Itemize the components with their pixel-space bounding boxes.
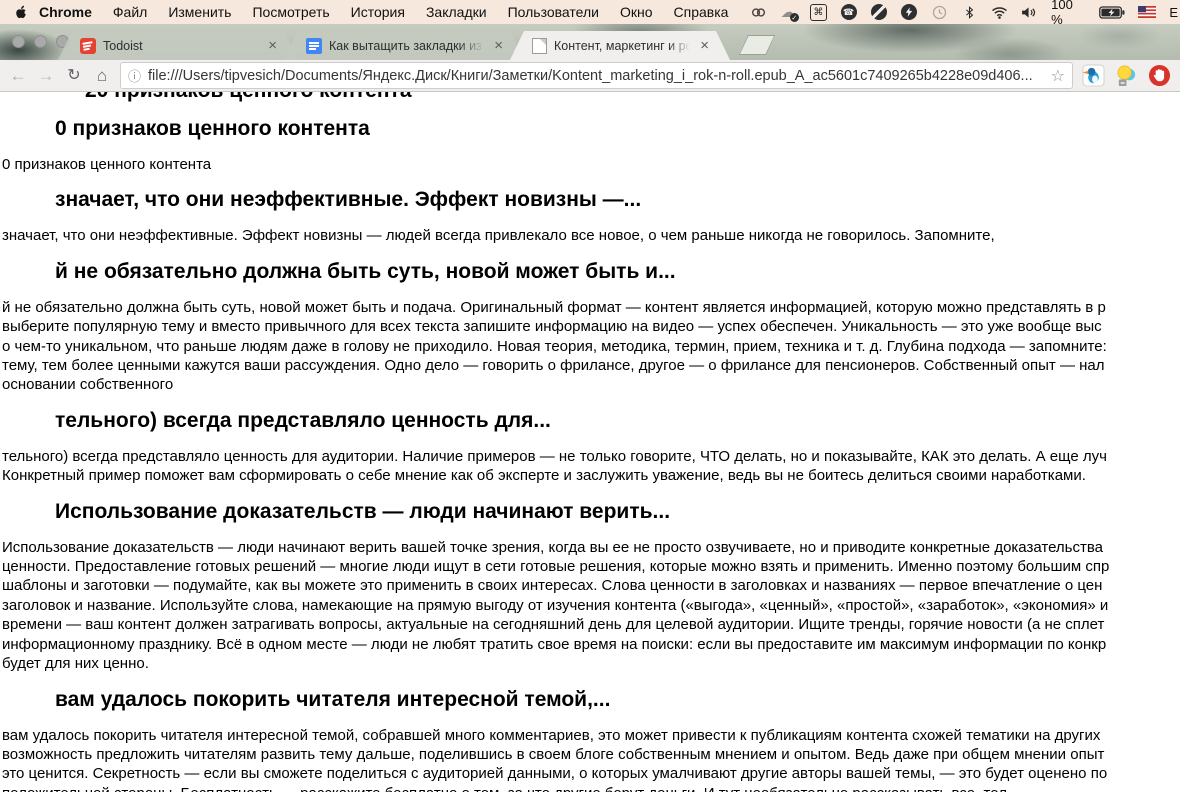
section-paragraph: значает, что они неэффективные. Эффект н… — [2, 226, 1180, 245]
section-paragraph: 0 признаков ценного контента — [2, 155, 1180, 174]
cloud-sync-icon[interactable]: ☁ ✓ — [780, 3, 797, 21]
menu-items: Chrome Файл Изменить Посмотреть История Закла… — [39, 4, 749, 20]
menu-item-1[interactable]: Файл — [113, 4, 147, 20]
paragraph-line: о чем-то уникальном, что раньше людям да… — [2, 337, 1180, 356]
paragraph-line: тему, тем более ценными кажутся ваши рас… — [2, 356, 1180, 375]
tab-close-icon[interactable]: × — [493, 38, 504, 53]
wifi-icon[interactable] — [991, 3, 1008, 21]
doc-icon — [306, 38, 322, 54]
tab-1[interactable]: Как вытащить закладки из эл × — [284, 31, 524, 60]
lightbulb-extension-icon[interactable] — [1114, 63, 1139, 88]
creative-cloud-icon[interactable] — [749, 3, 766, 21]
tab-title: Todoist — [103, 39, 261, 53]
paragraph-line: й не обязательно должна быть суть, новой… — [2, 298, 1180, 317]
section-paragraph: тельного) всегда представляло ценность д… — [2, 447, 1180, 486]
apple-menu-icon[interactable] — [14, 4, 29, 20]
section-paragraph: вам удалось покорить читателя интересной… — [2, 726, 1180, 792]
paragraph-line: заголовок и название. Используйте слова,… — [2, 596, 1180, 615]
paragraph-line: положительной стороны. Бесплатность — ра… — [2, 784, 1180, 792]
tab-close-icon[interactable]: × — [699, 38, 710, 53]
page-info-icon[interactable]: ⓘ — [128, 66, 141, 85]
tab-2[interactable]: Контент, маркетинг и рок-н-р × — [510, 31, 730, 60]
viber-icon[interactable]: ☎ — [840, 3, 857, 21]
page-content: 20 признаков ценного контента 0 признаков… — [0, 92, 1180, 792]
section-heading: тельного) всегда представляло ценность д… — [55, 409, 1180, 433]
menu-item-4[interactable]: История — [351, 4, 405, 20]
bird-extension-icon[interactable] — [1081, 63, 1106, 88]
paragraph-line: значает, что они неэффективные. Эффект н… — [2, 226, 1180, 245]
menu-item-0[interactable]: Chrome — [39, 4, 92, 20]
paragraph-line: основании собственного — [2, 375, 1180, 394]
paragraph-line: времени — ваш контент должен затрагивать… — [2, 615, 1180, 634]
menu-item-8[interactable]: Справка — [674, 4, 729, 20]
circle-slash-icon[interactable] — [870, 3, 887, 21]
address-bar[interactable]: ⓘ file:///Users/tipvesich/Documents/Янде… — [120, 62, 1073, 89]
bookmark-star-icon[interactable]: ☆ — [1051, 66, 1065, 86]
paragraph-line: возможность предложить читателям развить… — [2, 745, 1180, 764]
page-icon — [532, 38, 547, 54]
home-icon[interactable]: ⌂ — [92, 67, 112, 84]
battery-percentage: 100 % — [1051, 0, 1086, 27]
paragraph-line: информационному празднику. Всё в одном м… — [2, 635, 1180, 654]
time-machine-icon[interactable] — [930, 3, 947, 21]
back-icon[interactable]: ← — [8, 67, 28, 84]
menu-item-5[interactable]: Закладки — [426, 4, 487, 20]
reload-icon[interactable]: ↻ — [64, 68, 84, 84]
paragraph-line: тельного) всегда представляло ценность д… — [2, 447, 1180, 466]
tab-0[interactable]: Todoist × — [58, 31, 298, 60]
section-paragraph: й не обязательно должна быть суть, новой… — [2, 298, 1180, 395]
browser-tab-strip: Todoist×Как вытащить закладки из эл×Конт… — [0, 24, 1180, 60]
section-paragraph: Использование доказательств — люди начин… — [2, 538, 1180, 674]
forward-icon[interactable]: → — [36, 67, 56, 84]
section-heading: 20 признаков ценного контента — [85, 92, 1180, 103]
tab-close-icon[interactable]: × — [267, 38, 278, 53]
new-tab-button[interactable] — [739, 35, 775, 55]
section-heading: 0 признаков ценного контента — [55, 117, 1180, 141]
section-heading: Использование доказательств — люди начин… — [55, 500, 1180, 524]
section-heading: й не обязательно должна быть суть, новой… — [55, 260, 1180, 284]
paragraph-line: вам удалось покорить читателя интересной… — [2, 726, 1180, 745]
command-switcher-icon[interactable]: ⌘ — [810, 3, 827, 21]
paragraph-line: 0 признаков ценного контента — [2, 155, 1180, 174]
browser-toolbar: ← → ↻ ⌂ ⓘ file:///Users/tipvesich/Docume… — [0, 60, 1180, 92]
keyboard-flag-us-icon[interactable] — [1138, 3, 1156, 21]
paragraph-line: шаблоны и заготовки — подумайте, как вы … — [2, 576, 1180, 595]
clipped-status-char: Е — [1169, 5, 1178, 20]
window-close-button[interactable] — [12, 35, 25, 48]
menu-item-6[interactable]: Пользователи — [508, 4, 599, 20]
macos-menubar: Chrome Файл Изменить Посмотреть История Закла… — [0, 0, 1180, 24]
menubar-status-area: ☁ ✓ ⌘ ☎ 100 % — [749, 0, 1170, 27]
window-minimize-button[interactable] — [34, 35, 47, 48]
paragraph-line: это ценится. Секретность — если вы сможе… — [2, 764, 1180, 783]
section-heading: значает, что они неэффективные. Эффект н… — [55, 188, 1180, 212]
flash-icon[interactable] — [900, 3, 917, 21]
menu-item-3[interactable]: Посмотреть — [252, 4, 329, 20]
paragraph-line: Конкретный пример поможет вам сформирова… — [2, 466, 1180, 485]
volume-icon[interactable] — [1021, 3, 1038, 21]
todoist-icon — [80, 38, 96, 54]
tab-strip: Todoist×Как вытащить закладки из эл×Конт… — [58, 31, 775, 60]
bluetooth-icon[interactable] — [961, 3, 978, 21]
paragraph-line: выберите популярную тему и вместо привыч… — [2, 317, 1180, 336]
stop-hand-extension-icon[interactable] — [1147, 63, 1172, 88]
paragraph-line: Использование доказательств — люди начин… — [2, 538, 1180, 557]
paragraph-line: будет для них ценно. — [2, 654, 1180, 673]
tab-title: Контент, маркетинг и рок-н-р — [554, 39, 693, 53]
paragraph-line: ценности. Предоставление готовых решений… — [2, 557, 1180, 576]
section-heading: вам удалось покорить читателя интересной… — [55, 688, 1180, 712]
menu-item-7[interactable]: Окно — [620, 4, 653, 20]
menu-item-2[interactable]: Изменить — [168, 4, 231, 20]
tab-title: Как вытащить закладки из эл — [329, 39, 487, 53]
battery-icon[interactable] — [1099, 3, 1125, 21]
url-text[interactable]: file:///Users/tipvesich/Documents/Яндекс… — [148, 68, 1044, 84]
